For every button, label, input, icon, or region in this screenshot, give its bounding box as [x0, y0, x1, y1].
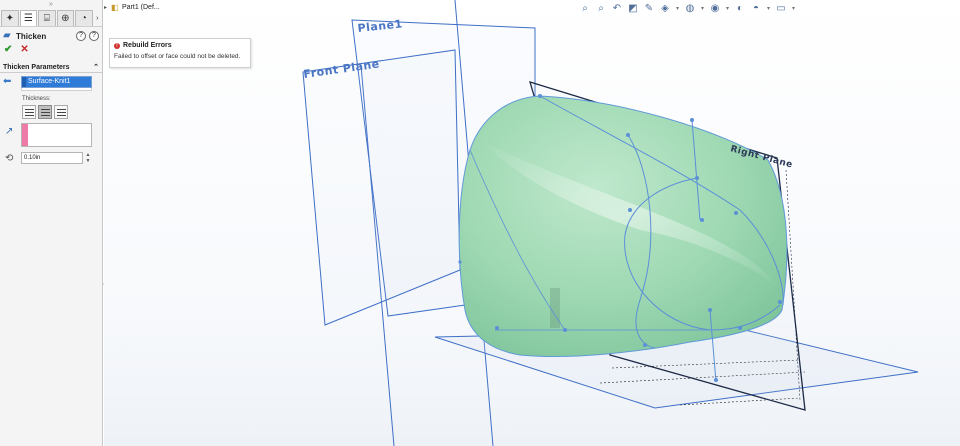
sketch-point — [538, 94, 542, 98]
previous-view-icon[interactable]: ↶ — [611, 2, 623, 14]
thicken-side-buttons — [22, 105, 102, 119]
ok-button[interactable]: ✔ — [4, 44, 12, 55]
surface-selection-list[interactable] — [21, 88, 92, 91]
expand-arrow-icon[interactable]: ▸ — [104, 4, 111, 11]
direction-arrow-icon: ↗ — [5, 126, 14, 137]
zoom-to-area-icon[interactable]: ⌕ — [595, 2, 607, 14]
apply-scene-icon[interactable]: ◓ — [750, 2, 762, 14]
sketch-point — [734, 211, 738, 215]
dimxpert-manager-tab[interactable]: ⊕ — [56, 10, 75, 26]
feature-title-row: ▰ Thicken ? ? — [0, 29, 102, 43]
thickness-icon: ⟲ — [5, 152, 14, 164]
surface-selection-row: ⬅ Surface-Knit1 — [0, 73, 102, 88]
dynamic-annotation-icon[interactable]: ✎ — [643, 2, 655, 14]
thicken-feature-icon: ▰ — [3, 30, 11, 41]
tooltip-message: Failed to offset or face could not be de… — [114, 53, 241, 60]
feature-title: Thicken — [16, 31, 47, 41]
part-label[interactable]: Part1 (Def... — [122, 4, 160, 11]
display-manager-tab[interactable]: ◔ — [75, 10, 93, 26]
surface-selection-box[interactable]: Surface-Knit1 — [21, 76, 92, 88]
sketch-point — [690, 118, 694, 122]
thicken-parameters-header[interactable]: Thicken Parameters ⌃ — [0, 62, 102, 73]
sketch-point — [628, 208, 632, 212]
view-settings-icon[interactable]: ▭ — [775, 2, 787, 14]
display-style-icon[interactable]: ◍ — [684, 2, 696, 14]
sketch-point — [714, 378, 718, 382]
rebuild-errors-tooltip: ! Rebuild Errors Failed to offset or fac… — [109, 38, 251, 68]
dropdown-arrow-icon[interactable]: ▾ — [766, 2, 771, 14]
surface-knit-body — [458, 95, 788, 358]
thicken-both-sides-button[interactable] — [38, 105, 52, 119]
property-manager-tab[interactable]: ☰ — [19, 10, 38, 26]
thickness-label: Thickness: — [22, 96, 51, 102]
thicken-side2-button[interactable] — [54, 105, 68, 119]
manager-tabs: ✦ ☰ ⌸ ⊕ ◔ › — [0, 10, 102, 27]
tooltip-title: Rebuild Errors — [123, 42, 172, 49]
configuration-manager-tab[interactable]: ⌸ — [38, 10, 56, 26]
sketch-point — [563, 328, 567, 332]
collapse-section-icon[interactable]: ⌃ — [93, 63, 99, 71]
sketch-point — [700, 218, 704, 222]
help-icon[interactable]: ? — [76, 31, 86, 41]
sketch-point — [708, 308, 712, 312]
faces-row: ↗ — [0, 123, 102, 147]
cancel-button[interactable]: ✕ — [20, 44, 28, 55]
tooltip-title-row: ! Rebuild Errors — [114, 42, 246, 49]
part-icon: ◧ — [111, 3, 119, 12]
dropdown-arrow-icon[interactable]: ▾ — [791, 2, 796, 14]
faces-selection-box[interactable] — [21, 123, 92, 147]
spin-down-icon[interactable]: ▼ — [84, 158, 92, 164]
section-title: Thicken Parameters — [3, 63, 70, 71]
dropdown-arrow-icon[interactable]: ▾ — [675, 2, 680, 14]
edit-appearance-icon[interactable]: ◐ — [734, 2, 746, 14]
surface-shadow-strip — [550, 288, 560, 328]
whats-wrong-icon[interactable]: ? — [89, 31, 99, 41]
thickness-input[interactable]: 0.10in — [21, 152, 83, 164]
surface-select-icon: ⬅ — [3, 76, 12, 87]
thickness-spinner[interactable]: ▲ ▼ — [84, 152, 92, 164]
hide-show-items-icon[interactable]: ◉ — [709, 2, 721, 14]
action-row: ✔ ✕ — [0, 43, 102, 56]
zoom-to-fit-icon[interactable]: ⌕ — [579, 2, 591, 14]
more-tabs-arrow[interactable]: › — [94, 10, 101, 26]
thickness-row: ⟲ 0.10in ▲ ▼ — [0, 152, 102, 164]
feature-manager-tab[interactable]: ✦ — [1, 10, 19, 26]
heads-up-toolbar: ⌕ ⌕ ↶ ◩ ✎ ◈ ▾ ◍ ▾ ◉ ▾ ◐ ◓ ▾ ▭ ▾ — [579, 2, 796, 14]
sketch-point — [778, 300, 782, 304]
panel-grip[interactable]: » — [0, 0, 102, 10]
dropdown-arrow-icon[interactable]: ▾ — [700, 2, 705, 14]
error-icon: ! — [114, 42, 120, 49]
thicken-side1-button[interactable] — [22, 105, 36, 119]
sketch-point — [495, 326, 499, 330]
dropdown-arrow-icon[interactable]: ▾ — [725, 2, 730, 14]
sketch-point — [695, 176, 699, 180]
section-view-icon[interactable]: ◩ — [627, 2, 639, 14]
sketch-point — [626, 133, 630, 137]
view-orientation-icon[interactable]: ◈ — [659, 2, 671, 14]
feature-tree-flyout[interactable]: ▸ ◧ Part1 (Def... — [104, 3, 160, 12]
sketch-point — [643, 343, 647, 347]
sketch-point — [458, 260, 462, 264]
sketch-point — [738, 326, 742, 330]
property-manager-panel: » ✦ ☰ ⌸ ⊕ ◔ › ▰ Thicken ? ? ✔ ✕ Thicken … — [0, 0, 103, 446]
